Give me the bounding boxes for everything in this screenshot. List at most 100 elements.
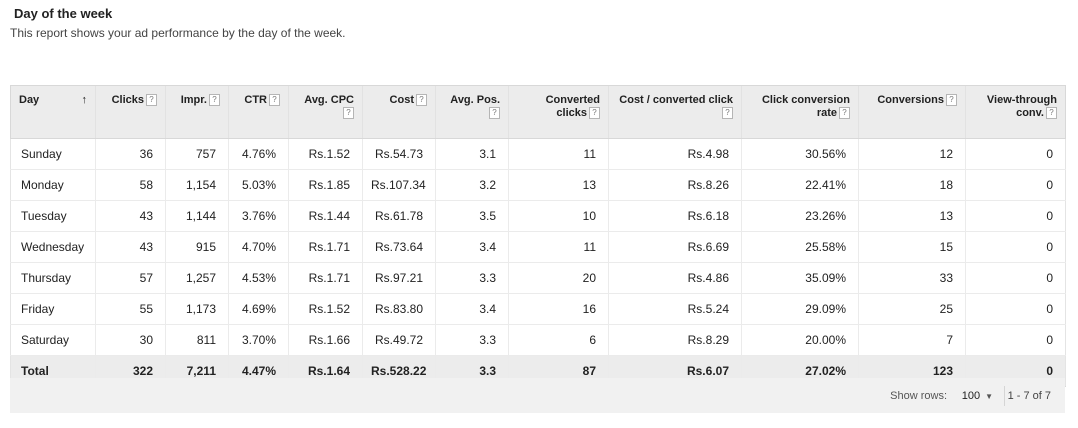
column-header-ctr[interactable]: CTR? bbox=[228, 85, 289, 139]
metric-cell: Rs.1.71 bbox=[288, 231, 363, 263]
metric-cell: 1,154 bbox=[165, 169, 229, 201]
metric-cell: Rs.5.24 bbox=[608, 293, 742, 325]
metric-cell: 0 bbox=[965, 231, 1066, 263]
metric-cell: Rs.8.29 bbox=[608, 324, 742, 356]
metric-cell: 33 bbox=[858, 262, 966, 294]
day-of-week-table: Day ↑ Clicks? Impr.? CTR? Avg. CPC? Cost? Avg. … bbox=[10, 85, 1066, 387]
metric-cell: Rs.1.52 bbox=[288, 138, 363, 170]
help-icon[interactable]: ? bbox=[839, 107, 850, 120]
help-icon[interactable]: ? bbox=[269, 94, 280, 107]
metric-cell: 20.00% bbox=[741, 324, 859, 356]
column-header-label: Clicks bbox=[111, 94, 144, 106]
metric-cell: Rs.49.72 bbox=[362, 324, 436, 356]
metric-cell: 3.4 bbox=[435, 231, 509, 263]
rows-per-page-value: 100 bbox=[961, 390, 981, 402]
metric-cell: Rs.1.44 bbox=[288, 200, 363, 232]
metric-cell: 30 bbox=[95, 324, 166, 356]
metric-cell: 4.76% bbox=[228, 138, 289, 170]
help-icon[interactable]: ? bbox=[722, 107, 733, 120]
column-header-view-through-conv[interactable]: View-through conv.? bbox=[965, 85, 1066, 139]
column-header-click-conversion-rate[interactable]: Click conversion rate? bbox=[741, 85, 859, 139]
metric-cell: 15 bbox=[858, 231, 966, 263]
metric-cell: 4.69% bbox=[228, 293, 289, 325]
metric-cell: 43 bbox=[95, 200, 166, 232]
metric-cell: 3.5 bbox=[435, 200, 509, 232]
metric-cell: 915 bbox=[165, 231, 229, 263]
metric-cell: 1,173 bbox=[165, 293, 229, 325]
metric-cell: 757 bbox=[165, 138, 229, 170]
metric-cell: 1,144 bbox=[165, 200, 229, 232]
help-icon[interactable]: ? bbox=[416, 94, 427, 107]
metric-cell: 35.09% bbox=[741, 262, 859, 294]
table-header-row: Day ↑ Clicks? Impr.? CTR? Avg. CPC? Cost? Avg. … bbox=[10, 85, 1066, 139]
metric-cell: 3.1 bbox=[435, 138, 509, 170]
report-description: This report shows your ad performance by… bbox=[10, 26, 346, 40]
column-header-cost[interactable]: Cost? bbox=[362, 85, 436, 139]
metric-cell: 57 bbox=[95, 262, 166, 294]
column-header-conversions[interactable]: Conversions? bbox=[858, 85, 966, 139]
metric-cell: 10 bbox=[508, 200, 609, 232]
help-icon[interactable]: ? bbox=[589, 107, 600, 120]
footer-divider bbox=[1004, 386, 1005, 406]
metric-cell: 0 bbox=[965, 262, 1066, 294]
column-header-label: Day bbox=[19, 94, 40, 106]
metric-cell: 3.3 bbox=[435, 262, 509, 294]
arrow-up-icon[interactable]: ↑ bbox=[82, 94, 88, 107]
day-cell: Friday bbox=[10, 293, 96, 325]
column-header-impr[interactable]: Impr.? bbox=[165, 85, 229, 139]
metric-cell: 13 bbox=[858, 200, 966, 232]
column-header-avg-cpc[interactable]: Avg. CPC? bbox=[288, 85, 363, 139]
help-icon[interactable]: ? bbox=[489, 107, 500, 120]
metric-cell: 0 bbox=[965, 293, 1066, 325]
metric-cell: 13 bbox=[508, 169, 609, 201]
metric-cell: 3.76% bbox=[228, 200, 289, 232]
metric-cell: 25 bbox=[858, 293, 966, 325]
table-row: Saturday 30 811 3.70% Rs.1.66 Rs.49.72 3.3 6 Rs.… bbox=[10, 324, 1066, 356]
day-cell: Saturday bbox=[10, 324, 96, 356]
metric-cell: 18 bbox=[858, 169, 966, 201]
help-icon[interactable]: ? bbox=[209, 94, 220, 107]
metric-cell: 0 bbox=[965, 138, 1066, 170]
metric-cell: 6 bbox=[508, 324, 609, 356]
column-header-label: Cost bbox=[389, 94, 414, 106]
metric-cell: Rs.97.21 bbox=[362, 262, 436, 294]
metric-cell: 55 bbox=[95, 293, 166, 325]
column-header-cost-converted-click[interactable]: Cost / converted click? bbox=[608, 85, 742, 139]
metric-cell: 29.09% bbox=[741, 293, 859, 325]
metric-cell: 30.56% bbox=[741, 138, 859, 170]
help-icon[interactable]: ? bbox=[1046, 107, 1057, 120]
metric-cell: Rs.107.34 bbox=[362, 169, 436, 201]
rows-per-page-select[interactable]: 100 ▼ bbox=[962, 390, 993, 402]
metric-cell: 3.70% bbox=[228, 324, 289, 356]
metric-cell: 25.58% bbox=[741, 231, 859, 263]
show-rows-label: Show rows: bbox=[890, 390, 947, 402]
column-header-day[interactable]: Day ↑ bbox=[10, 85, 96, 139]
column-header-label: Avg. Pos. bbox=[450, 94, 500, 106]
column-header-label: Conversions bbox=[877, 94, 944, 106]
metric-cell: Rs.54.73 bbox=[362, 138, 436, 170]
metric-cell: Rs.1.71 bbox=[288, 262, 363, 294]
column-header-avg-pos[interactable]: Avg. Pos.? bbox=[435, 85, 509, 139]
metric-cell: 3.4 bbox=[435, 293, 509, 325]
caret-down-icon: ▼ bbox=[985, 392, 993, 401]
table-row: Monday 58 1,154 5.03% Rs.1.85 Rs.107.34 3.2 13 R… bbox=[10, 169, 1066, 201]
metric-cell: 1,257 bbox=[165, 262, 229, 294]
table-row: Tuesday 43 1,144 3.76% Rs.1.44 Rs.61.78 3.5 10 R… bbox=[10, 200, 1066, 232]
column-header-label: CTR bbox=[244, 94, 267, 106]
metric-cell: Rs.83.80 bbox=[362, 293, 436, 325]
metric-cell: 4.53% bbox=[228, 262, 289, 294]
metric-cell: 11 bbox=[508, 138, 609, 170]
help-icon[interactable]: ? bbox=[146, 94, 157, 107]
table-row: Sunday 36 757 4.76% Rs.1.52 Rs.54.73 3.1 11 Rs.4… bbox=[10, 138, 1066, 170]
report-title: Day of the week bbox=[14, 6, 113, 21]
help-icon[interactable]: ? bbox=[343, 107, 354, 120]
column-header-clicks[interactable]: Clicks? bbox=[95, 85, 166, 139]
day-cell: Sunday bbox=[10, 138, 96, 170]
day-cell: Thursday bbox=[10, 262, 96, 294]
table-footer: Show rows: 100 ▼ 1 - 7 of 7 bbox=[10, 378, 1065, 413]
column-header-converted-clicks[interactable]: Converted clicks? bbox=[508, 85, 609, 139]
help-icon[interactable]: ? bbox=[946, 94, 957, 107]
metric-cell: Rs.61.78 bbox=[362, 200, 436, 232]
table-body: Sunday 36 757 4.76% Rs.1.52 Rs.54.73 3.1 11 Rs.4… bbox=[10, 138, 1066, 387]
metric-cell: 36 bbox=[95, 138, 166, 170]
